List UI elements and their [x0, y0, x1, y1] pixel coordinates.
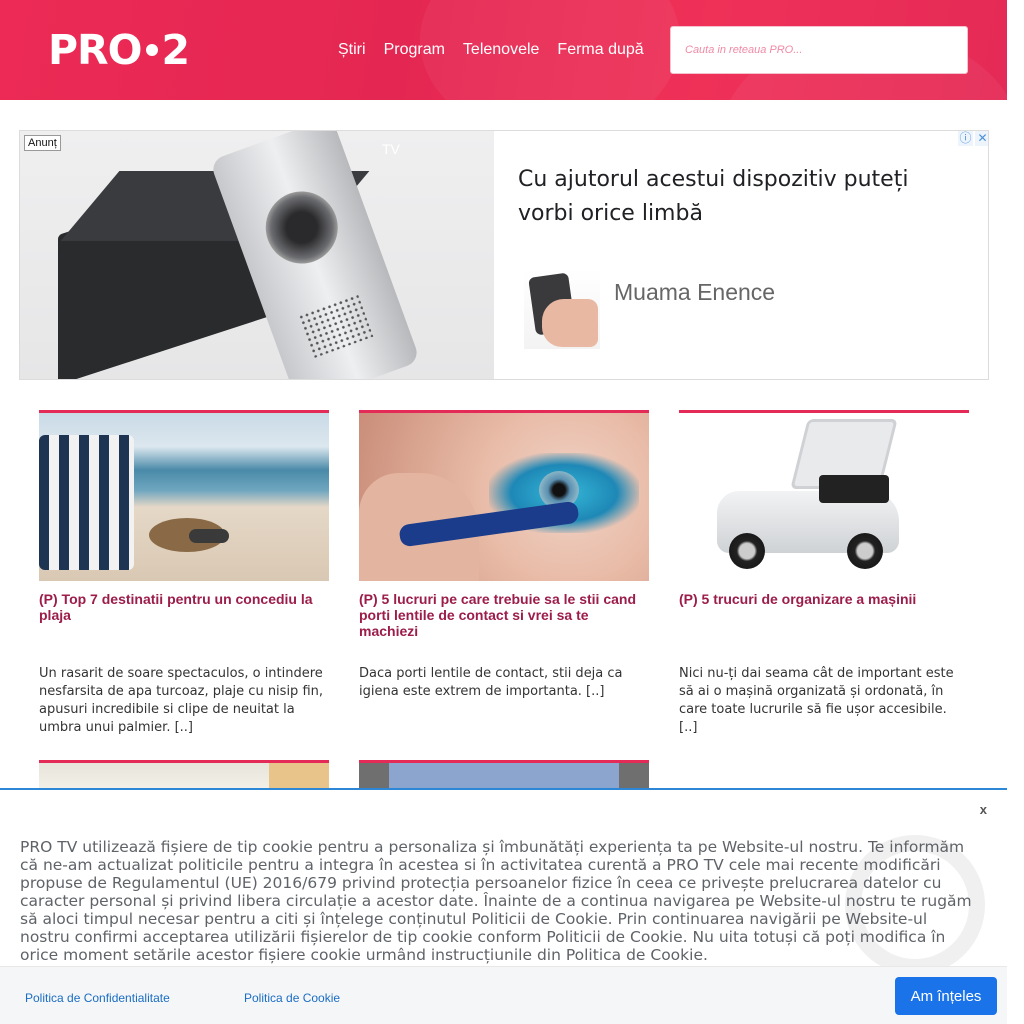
sunglasses	[189, 529, 229, 543]
logo-text: PRO	[48, 26, 142, 74]
search-input[interactable]	[685, 44, 953, 56]
nav-item-program[interactable]: Program	[384, 40, 445, 60]
article-excerpt: Un rasarit de soare spectaculos, o intin…	[39, 666, 324, 735]
advertisement[interactable]: Anunț TV Cu ajutorul acestui dispozitiv …	[19, 130, 989, 380]
logo-number: 2	[161, 26, 190, 74]
ad-image[interactable]: Anunț TV	[20, 131, 494, 379]
main-nav: Știri Program Telenovele Ferma după	[338, 40, 644, 60]
nav-item-stiri[interactable]: Știri	[338, 40, 366, 60]
article-excerpt: Daca porti lentile de contact, stii deja…	[359, 666, 623, 699]
ad-tv-label: TV	[382, 141, 400, 157]
ad-device-speaker	[297, 293, 374, 359]
nav-item-ferma-dupa[interactable]: Ferma după	[557, 40, 643, 60]
ad-thumbnail[interactable]	[524, 269, 600, 349]
ad-title[interactable]: Cu ajutorul acestui dispozitiv puteți vo…	[518, 163, 968, 231]
ad-brand[interactable]: Muama Enence	[614, 279, 775, 306]
article-card[interactable]: (P) 5 lucruri pe care trebuie sa le stii…	[359, 410, 649, 701]
ad-device-dial	[255, 181, 348, 274]
cookie-banner: x PRO TV utilizează fișiere de tip cooki…	[0, 788, 1007, 1024]
article-image-makeup[interactable]	[359, 413, 649, 581]
accept-cookies-button[interactable]: Am înțeles	[895, 977, 997, 1015]
nav-item-telenovele[interactable]: Telenovele	[463, 40, 540, 60]
car-trunk-opening	[819, 475, 889, 503]
article-image-beach[interactable]	[39, 413, 329, 581]
car-wheel	[847, 533, 883, 569]
ad-badge: Anunț	[24, 135, 61, 151]
site-header: PRO 2 Știri Program Telenovele Ferma după	[0, 0, 1007, 100]
article-excerpt: Nici nu-ți dai seama cât de important es…	[679, 666, 954, 735]
search-box	[670, 26, 968, 74]
info-icon[interactable]: ⓘ	[958, 131, 973, 146]
ad-controls: ⓘ ✕	[958, 131, 988, 146]
cookie-close-button[interactable]: x	[980, 802, 987, 817]
car-wheel	[729, 533, 765, 569]
cookie-notice-text: PRO TV utilizează fișiere de tip cookie …	[20, 838, 972, 964]
privacy-policy-link[interactable]: Politica de Confidentialitate	[25, 991, 170, 1005]
cookie-footer: Politica de Confidentialitate Politica d…	[0, 966, 1007, 1024]
logo[interactable]: PRO 2	[48, 26, 190, 74]
ad-thumb-hand	[542, 299, 598, 347]
logo-dot-icon	[146, 44, 159, 56]
article-card[interactable]: (P) 5 trucuri de organizare a mașinii Ni…	[679, 410, 969, 737]
article-title[interactable]: (P) 5 trucuri de organizare a mașinii	[679, 591, 969, 647]
close-icon[interactable]: ✕	[975, 131, 988, 146]
article-title[interactable]: (P) 5 lucruri pe care trebuie sa le stii…	[359, 591, 649, 647]
article-image-car[interactable]	[679, 413, 969, 581]
article-title[interactable]: (P) Top 7 destinatii pentru un concediu …	[39, 591, 329, 647]
cookie-policy-link[interactable]: Politica de Cookie	[244, 991, 340, 1005]
article-card[interactable]: (P) Top 7 destinatii pentru un concediu …	[39, 410, 329, 737]
beach-bag	[39, 435, 134, 570]
